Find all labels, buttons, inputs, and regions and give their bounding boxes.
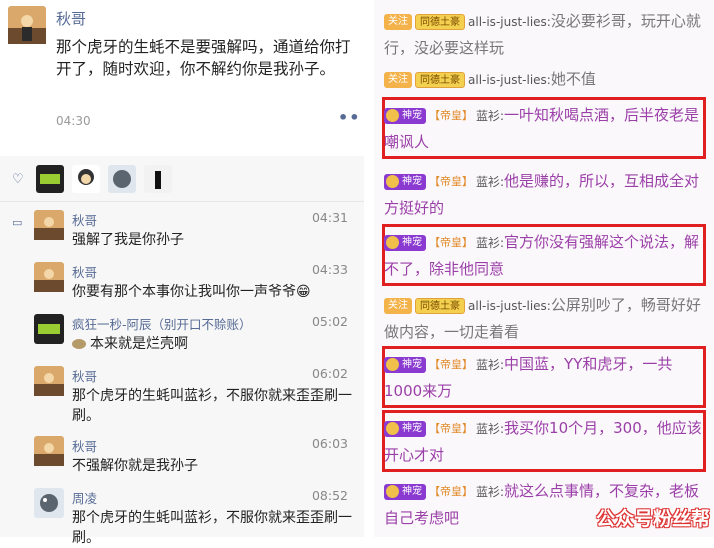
follow-badge: 关注 <box>384 71 412 88</box>
moment-post: 秋哥 那个虎牙的生蚝不是要强解吗，通道给你打开了，随时欢迎，你不解约你是我孙子。… <box>0 0 364 148</box>
chat-message: 关注 同德土豪 all-is-just-lies:她不值 <box>384 66 706 93</box>
comment-time: 06:03 <box>311 436 348 451</box>
commenter-avatar[interactable] <box>34 210 64 240</box>
god-badge: 神宠 <box>384 234 426 251</box>
likes-row: ♡ <box>0 156 364 202</box>
emperor-badge: 【帝皇】 <box>429 357 473 371</box>
chat-message: 关注 同德土豪 all-is-just-lies:没必要衫哥，玩开心就行，没必要这样… <box>384 8 706 61</box>
commenter-name[interactable]: 秋哥 <box>72 436 97 455</box>
live-chat-panel: 关注 同德土豪 all-is-just-lies:没必要衫哥，玩开心就行，没必要这样… <box>374 0 714 537</box>
comment-icon: ▭ <box>12 216 23 229</box>
emperor-badge: 【帝皇】 <box>429 421 473 435</box>
level-badge: 同德土豪 <box>415 297 465 314</box>
liker-avatar[interactable] <box>108 165 136 193</box>
liker-avatar[interactable] <box>72 165 100 193</box>
commenter-name[interactable]: 秋哥 <box>72 262 97 281</box>
comment-text: 本来就是烂壳啊 <box>72 334 352 354</box>
shell-emoji-icon <box>72 339 86 349</box>
comment-text: 不强解你就是我孙子 <box>72 458 198 474</box>
comment-text: 强解了我是你孙子 <box>72 232 184 248</box>
chat-message: 神宠 【帝皇】 蓝衫:我买你10个月，300，他应该开心才对 <box>384 415 706 468</box>
god-badge: 神宠 <box>384 420 426 437</box>
chat-message: 神宠 【帝皇】 蓝衫:中国蓝，YY和虎牙，一共1000来万 <box>384 351 706 404</box>
emperor-badge: 【帝皇】 <box>429 235 473 249</box>
commenter-avatar[interactable] <box>34 488 64 518</box>
comment-box: ♡ ▭ 秋哥 04:31 强解了我是你孙子 秋哥 04:33 你要有那个本事你让… <box>0 156 364 546</box>
moments-panel: 秋哥 那个虎牙的生蚝不是要强解吗，通道给你打开了，随时欢迎，你不解约你是我孙子。… <box>0 0 364 546</box>
emperor-badge: 【帝皇】 <box>429 108 473 122</box>
god-badge: 神宠 <box>384 356 426 373</box>
commenter-avatar[interactable] <box>34 262 64 292</box>
post-time: 04:30 <box>56 114 91 128</box>
chat-text: 中国蓝，YY和虎牙，一共1000来万 <box>384 355 673 400</box>
chat-message: 神宠 【帝皇】 蓝衫:一叶知秋喝点酒，后半夜老是嘲讽人 <box>384 102 706 155</box>
chat-nick[interactable]: 蓝衫: <box>476 109 504 123</box>
god-badge: 神宠 <box>384 107 426 124</box>
comment-time: 08:52 <box>311 488 348 503</box>
watermark: 公众号粉丝帮 <box>595 508 710 530</box>
chat-nick[interactable]: all-is-just-lies: <box>468 299 551 313</box>
commenter-name[interactable]: 秋哥 <box>72 366 97 385</box>
commenter-name[interactable]: 秋哥 <box>72 210 97 229</box>
post-text: 那个虎牙的生蚝不是要强解吗，通道给你打开了，随时欢迎，你不解约你是我孙子。 <box>56 38 351 78</box>
liker-avatar[interactable] <box>144 165 172 193</box>
comment-text: 那个虎牙的生蚝叫蓝衫，不服你就来歪歪刷一刷。 <box>72 388 352 424</box>
commenter-avatar[interactable] <box>34 314 64 344</box>
level-badge: 同德土豪 <box>415 71 465 88</box>
chat-message: 神宠 【帝皇】 蓝衫:官方你没有强解这个说法，解不了，除非他同意 <box>384 229 706 282</box>
chat-nick[interactable]: all-is-just-lies: <box>468 73 551 87</box>
comment-time: 04:31 <box>311 210 348 225</box>
emperor-badge: 【帝皇】 <box>429 174 473 188</box>
chat-nick[interactable]: 蓝衫: <box>476 358 504 372</box>
chat-message: 关注 同德土豪 all-is-just-lies:公屏别吵了，畅哥好好做内容，一切走… <box>384 292 706 345</box>
comment-time: 04:33 <box>311 262 348 277</box>
level-badge: 同德土豪 <box>415 13 465 30</box>
emperor-badge: 【帝皇】 <box>429 484 473 498</box>
more-button[interactable]: •• <box>338 108 360 127</box>
chat-message: 神宠 【帝皇】 蓝衫:他是赚的，所以，互相成全对方挺好的 <box>384 168 706 221</box>
heart-icon: ♡ <box>12 172 24 187</box>
god-badge: 神宠 <box>384 173 426 190</box>
chat-nick[interactable]: 蓝衫: <box>476 175 504 189</box>
comment-text: 你要有那个本事你让我叫你一声爷爷😁 <box>72 284 311 300</box>
chat-nick[interactable]: 蓝衫: <box>476 422 504 436</box>
chat-nick[interactable]: 蓝衫: <box>476 236 504 250</box>
god-badge: 神宠 <box>384 483 426 500</box>
chat-nick[interactable]: 蓝衫: <box>476 485 504 499</box>
comment-time: 05:02 <box>311 314 348 329</box>
follow-badge: 关注 <box>384 13 412 30</box>
chat-nick[interactable]: all-is-just-lies: <box>468 15 551 29</box>
chat-text: 她不值 <box>550 70 596 88</box>
follow-badge: 关注 <box>384 297 412 314</box>
liker-avatar[interactable] <box>36 165 64 193</box>
commenter-avatar[interactable] <box>34 366 64 396</box>
comment-text: 那个虎牙的生蚝叫蓝衫，不服你就来歪歪刷一刷。 <box>72 510 352 546</box>
commenter-name[interactable]: 疯狂一秒-阿辰（别开口不赊账） <box>72 314 252 333</box>
comment-time: 06:02 <box>311 366 348 381</box>
commenter-avatar[interactable] <box>34 436 64 466</box>
post-author[interactable]: 秋哥 <box>56 8 86 29</box>
comment-text-body: 本来就是烂壳啊 <box>90 336 188 352</box>
author-avatar[interactable] <box>8 6 46 44</box>
commenter-name[interactable]: 周凌 <box>72 488 97 507</box>
